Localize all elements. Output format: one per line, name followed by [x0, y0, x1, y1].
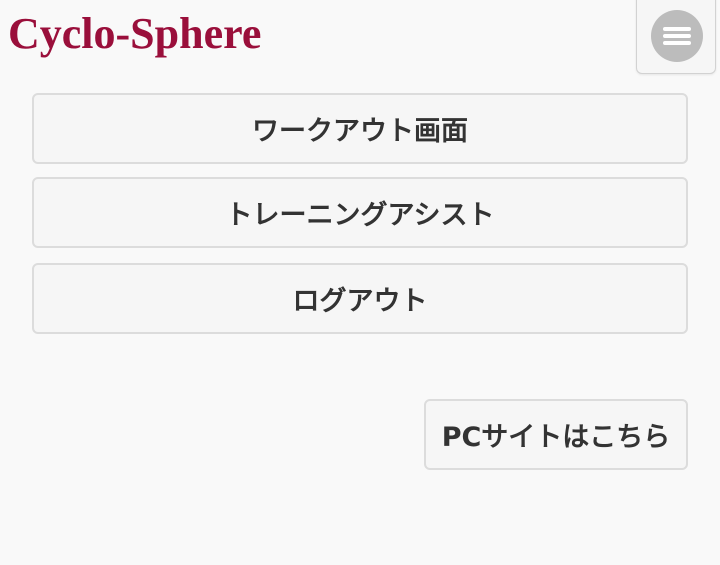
logo: Cyclo-Sphere [8, 9, 262, 58]
workout-screen-button[interactable]: ワークアウト画面 [32, 93, 688, 164]
logout-button[interactable]: ログアウト [32, 263, 688, 334]
pc-site-button[interactable]: PCサイトはこちら [424, 399, 688, 470]
menu-button[interactable] [636, 0, 716, 74]
training-assist-button[interactable]: トレーニングアシスト [32, 177, 688, 248]
hamburger-menu-icon [651, 10, 703, 62]
